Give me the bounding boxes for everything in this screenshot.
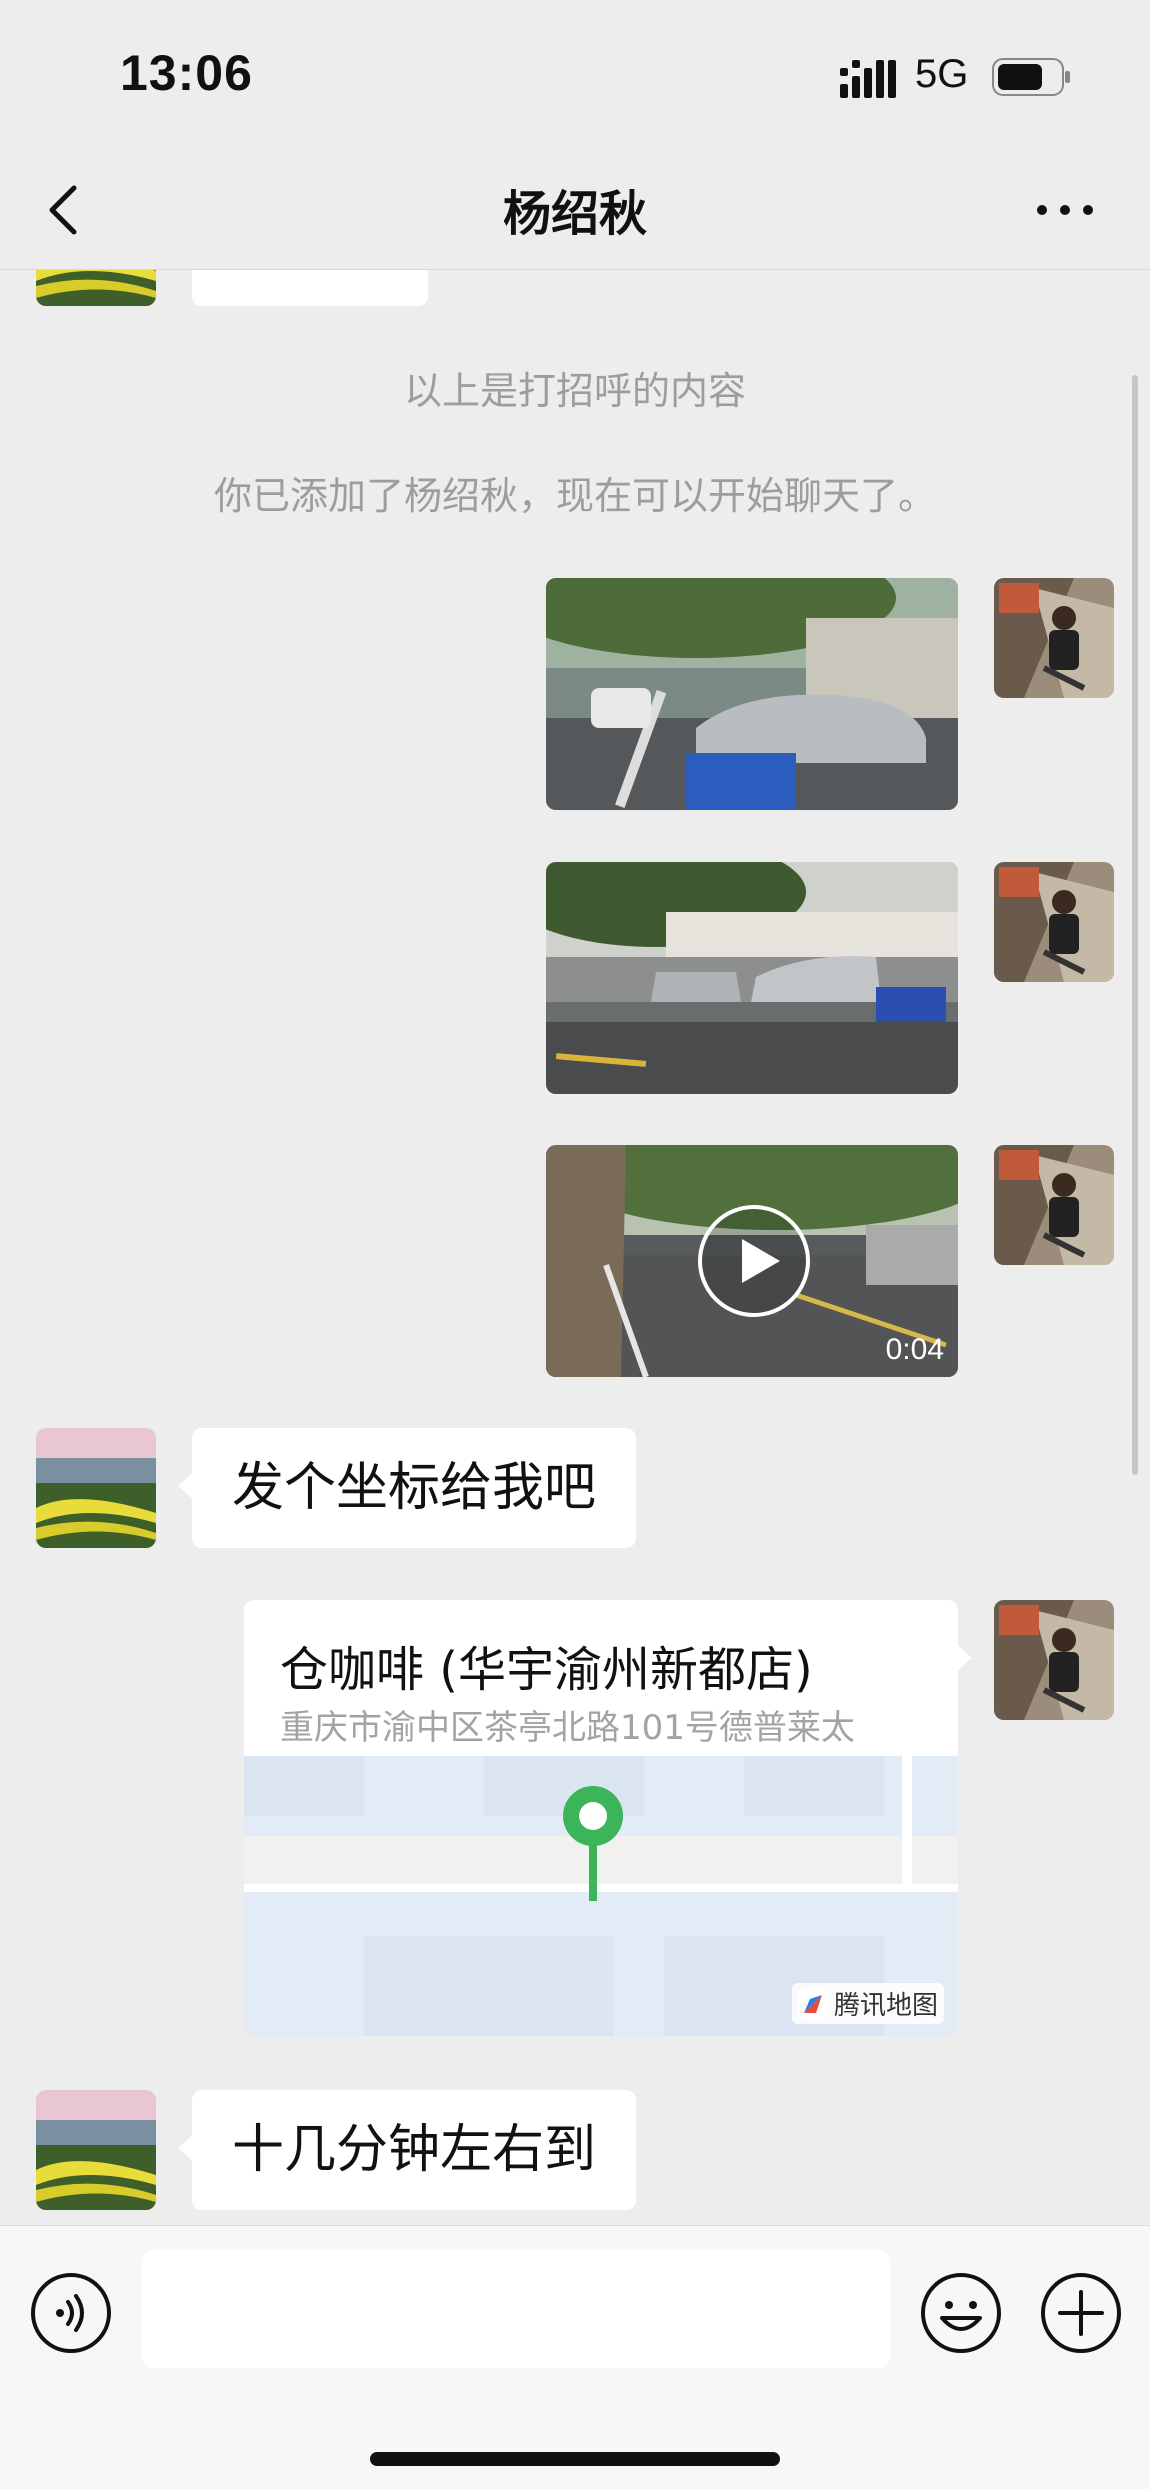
- location-name: 仓咖啡 (华宇渝州新都店): [280, 1642, 813, 1698]
- avatar-contact[interactable]: [36, 270, 156, 306]
- status-time: 13:06: [120, 45, 253, 101]
- home-indicator[interactable]: [370, 2452, 780, 2466]
- image-message[interactable]: [546, 578, 958, 810]
- nav-bar: 杨绍秋: [0, 150, 1150, 270]
- video-message[interactable]: 0:04: [546, 1145, 958, 1377]
- emoji-icon[interactable]: [920, 2272, 1002, 2354]
- message-bubble-partial[interactable]: 我是杨: [192, 270, 429, 306]
- map-brand: 腾讯地图: [791, 1983, 944, 2024]
- message-input[interactable]: [142, 2250, 890, 2368]
- play-icon[interactable]: [696, 1203, 812, 1319]
- scrollbar[interactable]: [1132, 375, 1138, 1475]
- network-label: 5G: [915, 52, 969, 96]
- avatar-self[interactable]: [994, 578, 1114, 698]
- avatar-contact[interactable]: [36, 1428, 156, 1548]
- plus-circle-icon[interactable]: [1040, 2272, 1122, 2354]
- battery-icon: [992, 58, 1070, 96]
- avatar-contact[interactable]: [36, 2090, 156, 2210]
- location-map[interactable]: 腾讯地图: [244, 1756, 958, 2036]
- avatar-self[interactable]: [994, 1600, 1114, 1720]
- input-bar: [0, 2225, 1150, 2489]
- avatar-self[interactable]: [994, 862, 1114, 982]
- chat-area[interactable]: 我是杨 以上是打招呼的内容 你已添加了杨绍秋，现在可以开始聊天了。: [0, 270, 1150, 2225]
- chat-title: 杨绍秋: [502, 186, 647, 242]
- video-duration: 0:04: [885, 1333, 944, 1366]
- location-message[interactable]: 仓咖啡 (华宇渝州新都店) 重庆市渝中区茶亭北路101号德普莱太 腾讯地图: [244, 1600, 972, 2036]
- avatar-self[interactable]: [994, 1145, 1114, 1265]
- location-address: 重庆市渝中区茶亭北路101号德普莱太: [280, 1708, 855, 1748]
- image-message[interactable]: [546, 862, 958, 1094]
- map-brand-label: 腾讯地图: [833, 1991, 938, 2021]
- more-dots-icon[interactable]: [1030, 190, 1100, 230]
- system-greeting-note: 以上是打招呼的内容: [403, 369, 746, 413]
- voice-icon[interactable]: [30, 2272, 112, 2354]
- system-added-note: 你已添加了杨绍秋，现在可以开始聊天了。: [213, 474, 936, 518]
- message-bubble[interactable]: 十几分钟左右到: [177, 2090, 637, 2210]
- signal-bars-icon: [840, 60, 896, 98]
- message-bubble[interactable]: 发个坐标给我吧: [177, 1428, 637, 1548]
- status-bar: 13:06 5G: [0, 0, 1150, 150]
- tencent-map-logo-icon: [797, 1988, 828, 2019]
